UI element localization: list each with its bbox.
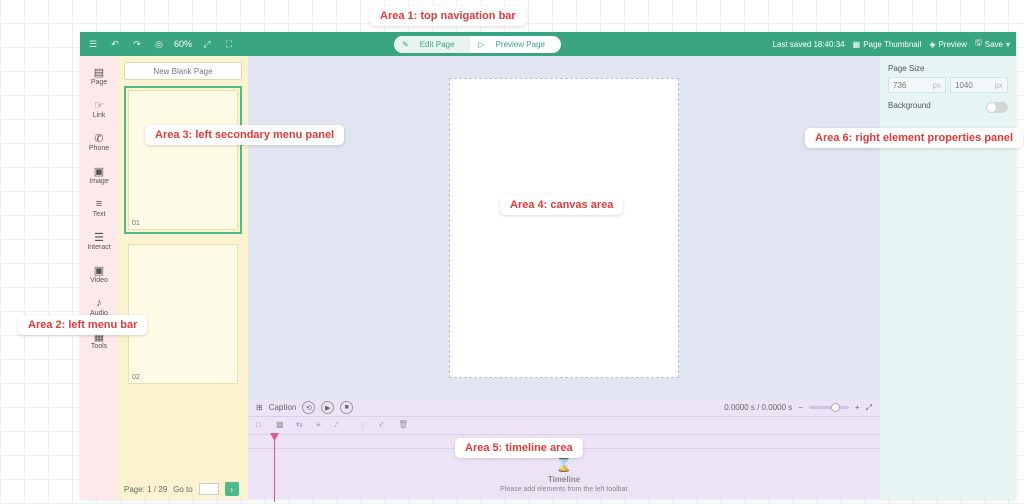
page-size-label: Page Size — [888, 64, 1008, 73]
interact-icon: ☰ — [92, 230, 106, 244]
audio-icon: ♪ — [92, 296, 106, 310]
tl-tool-6-icon[interactable]: ✓ — [378, 420, 390, 432]
caption-label: Caption — [269, 403, 297, 412]
page-thumbnail-button[interactable]: ▦ Page Thumbnail — [853, 40, 922, 49]
canvas-area[interactable] — [248, 56, 880, 399]
page-icon: ▤ — [92, 65, 106, 79]
left-item-image[interactable]: ▣Image — [80, 161, 118, 188]
tab-edit-page[interactable]: ✎ Edit Page — [394, 36, 470, 53]
playhead[interactable] — [274, 435, 275, 502]
new-blank-page-button[interactable]: New Blank Page — [124, 62, 242, 80]
left-item-phone[interactable]: ✆Phone — [80, 128, 118, 155]
redo-icon[interactable]: ↷ — [130, 37, 144, 51]
tl-tool-7-icon[interactable]: 🗑 — [398, 420, 410, 432]
undo-icon[interactable]: ↶ — [108, 37, 122, 51]
left-item-page[interactable]: ▤Page — [80, 62, 118, 89]
annotation-area-6: Area 6: right element properties panel — [805, 128, 1023, 148]
left-item-text[interactable]: ≡Text — [80, 194, 118, 221]
annotation-area-1: Area 1: top navigation bar — [370, 6, 526, 26]
menu-icon[interactable]: ☰ — [86, 37, 100, 51]
left-secondary-panel: New Blank Page 01 02 Page: 1 / 29 Go to … — [118, 56, 248, 499]
left-item-video[interactable]: ▣Video — [80, 260, 118, 287]
tl-tool-5-icon[interactable]: ⁄ — [336, 420, 348, 432]
right-properties-panel: Page Size 736px 1040px Background — [880, 56, 1016, 499]
stop-icon[interactable]: ■ — [340, 401, 353, 414]
image-icon: ▣ — [92, 164, 106, 178]
annotation-area-4: Area 4: canvas area — [500, 195, 623, 215]
timeline-empty-sub: Please add elements from the left toolba… — [500, 486, 628, 493]
goto-button[interactable]: › — [225, 482, 239, 496]
timecode: 0.0000 s / 0.0000 s — [724, 403, 792, 412]
timeline-empty-title: Timeline — [548, 475, 580, 484]
preview-button[interactable]: ◈ Preview — [929, 40, 967, 49]
goto-input[interactable] — [199, 483, 219, 495]
left-item-link[interactable]: ☞Link — [80, 95, 118, 122]
zoom-level[interactable]: 60% — [174, 39, 192, 49]
page-thumbnail-02[interactable]: 02 — [124, 240, 242, 388]
tl-tool-1-icon[interactable]: □ — [256, 420, 268, 432]
background-toggle[interactable] — [986, 102, 1008, 113]
expand-timeline-icon[interactable]: ⤢ — [866, 403, 872, 413]
fullscreen-icon[interactable]: ⛶ — [222, 37, 236, 51]
annotation-area-3: Area 3: left secondary menu panel — [145, 125, 344, 145]
page-thumbnail-01[interactable]: 01 — [124, 86, 242, 234]
last-saved-label: Last saved 18:40:34 — [773, 40, 845, 49]
canvas-page[interactable] — [449, 78, 679, 378]
page-count-label: Page: 1 / 29 — [124, 485, 167, 494]
mode-toggle: ✎ Edit Page ▷ Preview Page — [394, 36, 561, 53]
tl-tool-3-icon[interactable]: ⇆ — [296, 420, 308, 432]
expand-icon[interactable]: ⤢ — [200, 37, 214, 51]
link-icon: ☞ — [92, 98, 106, 112]
timeline-zoom-slider[interactable] — [809, 406, 849, 409]
tab-preview-page[interactable]: ▷ Preview Page — [470, 36, 561, 53]
page-pager: Page: 1 / 29 Go to › — [118, 479, 248, 499]
left-menu-bar: ▤Page ☞Link ✆Phone ▣Image ≡Text ☰Interac… — [80, 56, 118, 499]
caption-expand-icon[interactable]: ⊞ — [256, 403, 263, 412]
phone-icon: ✆ — [92, 131, 106, 145]
tl-tool-4-icon[interactable]: ≡ — [316, 420, 328, 432]
top-navigation-bar: ☰ ↶ ↷ ◎ 60% ⤢ ⛶ ✎ Edit Page ▷ Preview Pa… — [80, 32, 1016, 56]
target-icon[interactable]: ◎ — [152, 37, 166, 51]
tl-tool-2-icon[interactable]: ▩ — [276, 420, 288, 432]
left-item-interact[interactable]: ☰Interact — [80, 227, 118, 254]
annotation-area-2: Area 2: left menu bar — [18, 315, 147, 335]
text-icon: ≡ — [92, 197, 106, 211]
goto-label: Go to — [173, 485, 193, 494]
background-label: Background — [888, 101, 931, 110]
save-button[interactable]: 🖫 Save ▾ — [975, 37, 1010, 51]
zoom-in-icon[interactable]: + — [855, 403, 860, 412]
play-icon[interactable]: ▶ — [321, 401, 334, 414]
annotation-area-5: Area 5: timeline area — [455, 438, 583, 458]
rewind-icon[interactable]: ⟲ — [302, 401, 315, 414]
video-icon: ▣ — [92, 263, 106, 277]
timeline-empty-icon: ⌛ — [555, 456, 572, 473]
zoom-out-icon[interactable]: − — [798, 403, 803, 412]
height-input[interactable]: 1040px — [950, 77, 1008, 93]
width-input[interactable]: 736px — [888, 77, 946, 93]
